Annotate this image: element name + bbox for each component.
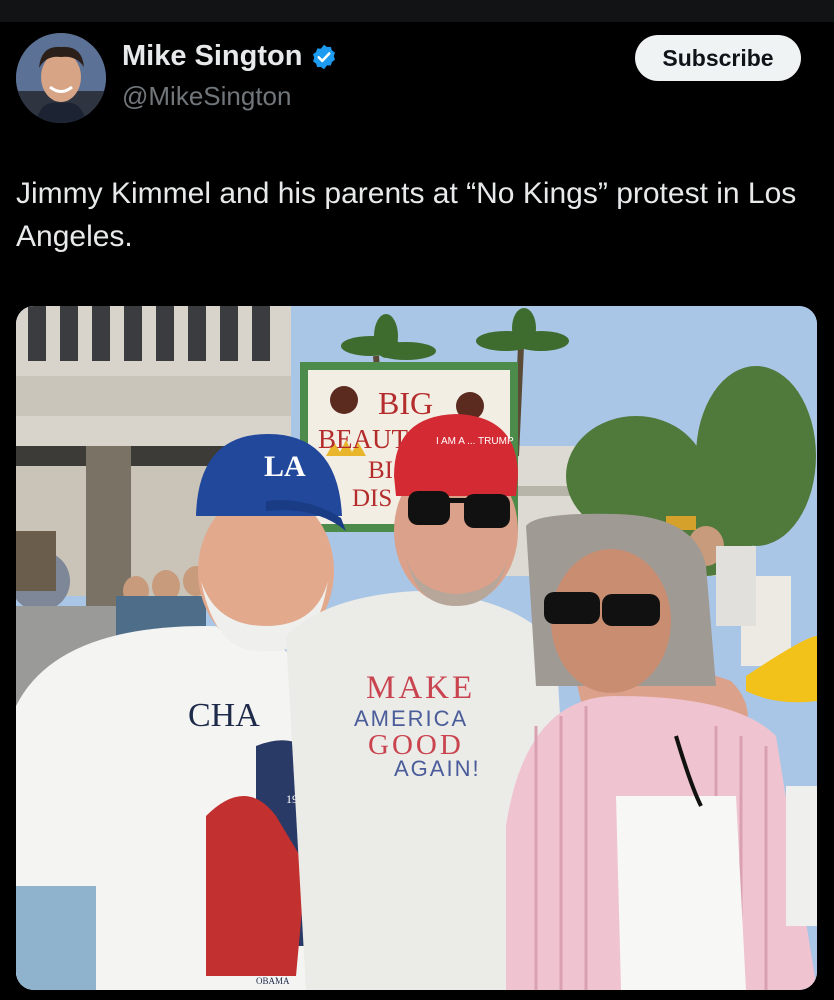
top-status-bar (0, 0, 834, 22)
post-author: Mike Sington @MikeSington (122, 40, 338, 112)
la-cap-logo: LA (264, 450, 306, 483)
verified-badge-icon (313, 44, 336, 69)
shirt-text-america: AMERICA (354, 706, 468, 731)
protest-photo: BIG BEAUT BI DIS LA CHA 1963 201 (16, 306, 817, 990)
shirt-text-again: AGAIN! (394, 756, 481, 781)
sign-text-big: BIG (378, 385, 433, 421)
sign-text-dis: DIS (352, 485, 392, 512)
avatar-image (16, 33, 106, 123)
subscribe-button[interactable]: Subscribe (635, 35, 801, 81)
post-text: Jimmy Kimmel and his parents at “No King… (16, 177, 797, 253)
author-name[interactable]: Mike Sington (122, 40, 302, 73)
sign-text-beaut: BEAUT (318, 424, 408, 454)
dad-shirt-text: CHA (188, 697, 260, 734)
sign-text-bi: BI (368, 457, 393, 484)
author-avatar[interactable] (16, 33, 106, 123)
post-photo[interactable]: BIG BEAUT BI DIS LA CHA 1963 201 (16, 306, 817, 990)
red-hat-text: I AM A ... TRUMP (436, 436, 514, 447)
author-handle[interactable]: @MikeSington (122, 81, 338, 112)
shirt-text-make: MAKE (366, 670, 475, 706)
dad-shirt-obama: OBAMA (256, 976, 290, 986)
